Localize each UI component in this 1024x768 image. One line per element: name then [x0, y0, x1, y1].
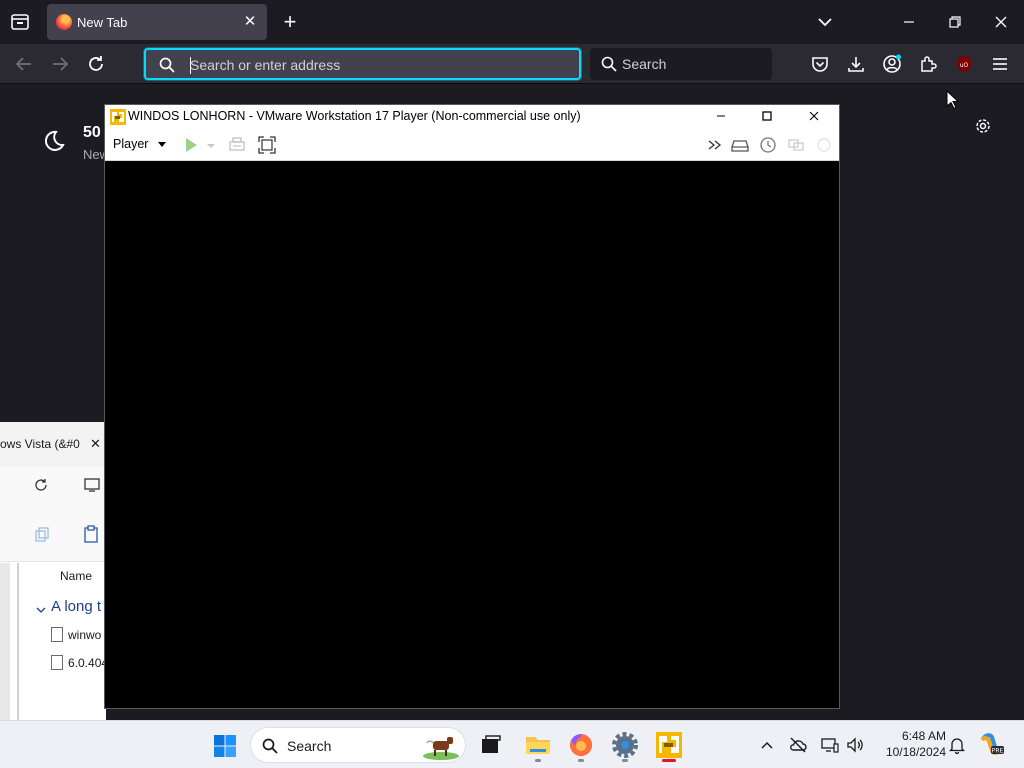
pane-divider — [17, 563, 19, 722]
taskbar: Search 6:48 AM 10/18/2024 PRE — [0, 720, 1024, 768]
vmware-window-title: WINDOS LONHORN - VMware Workstation 17 P… — [128, 109, 581, 123]
search-highlight-animal-icon[interactable] — [421, 731, 461, 766]
removable-drive-icon[interactable] — [730, 135, 750, 155]
search-icon — [158, 56, 176, 74]
file-name[interactable]: winwo — [68, 628, 101, 642]
svg-text:PRE: PRE — [992, 748, 1004, 755]
address-input[interactable] — [188, 54, 568, 76]
windows-start-icon[interactable] — [213, 734, 237, 758]
explorer-address-bar — [0, 466, 106, 506]
vmware-minimize-icon[interactable] — [698, 105, 744, 129]
account-icon[interactable] — [882, 54, 902, 74]
moon-icon — [42, 129, 66, 153]
minimize-icon[interactable] — [897, 10, 921, 34]
player-menu-button[interactable]: Player — [113, 137, 166, 151]
vm-display-screen[interactable] — [105, 161, 839, 708]
group-header[interactable]: A long t — [51, 598, 101, 615]
search-icon — [600, 55, 618, 73]
vmware-toolbar: Player — [105, 129, 839, 161]
ntp-stat-number: 50 — [83, 124, 101, 141]
clock-time: 6:48 AM — [901, 729, 946, 743]
vmware-logo-icon — [109, 108, 127, 126]
file-icon — [51, 655, 63, 670]
close-window-icon[interactable] — [989, 10, 1013, 34]
firefox-taskbar-icon[interactable] — [565, 729, 597, 762]
gear-icon[interactable] — [974, 117, 992, 135]
downloads-icon[interactable] — [846, 54, 866, 74]
restore-icon[interactable] — [943, 10, 967, 34]
ublock-origin-icon[interactable]: uO — [954, 54, 974, 74]
reload-icon[interactable] — [84, 52, 108, 76]
taskbar-search-label: Search — [287, 738, 332, 754]
explorer-tab-close-icon[interactable]: ✕ — [90, 436, 101, 452]
list-all-tabs-chevron-icon[interactable] — [815, 12, 835, 32]
mouse-pointer-icon — [946, 89, 960, 110]
browser-tab-bar: New Tab ✕ + — [0, 0, 1024, 44]
copy-icon[interactable] — [34, 526, 50, 547]
explorer-tab-row: ows Vista (&#0 ✕ — [0, 422, 106, 466]
unity-icon[interactable] — [786, 135, 806, 155]
tab-title: New Tab — [77, 15, 128, 30]
tab-close-icon[interactable]: ✕ — [241, 13, 259, 31]
ctrl-alt-del-icon[interactable] — [227, 135, 247, 155]
double-chevron-right-icon[interactable] — [705, 135, 725, 155]
onedrive-offline-icon[interactable] — [788, 735, 808, 755]
file-explorer-taskbar-icon[interactable] — [522, 729, 554, 762]
file-explorer-window: ows Vista (&#0 ✕ Name A long t winwo 6.0… — [0, 422, 106, 722]
search-bar[interactable]: Search — [590, 48, 772, 80]
running-indicator — [578, 759, 584, 762]
monitor-icon[interactable] — [83, 476, 101, 499]
player-menu-label: Player — [113, 137, 149, 151]
volume-icon[interactable] — [845, 735, 865, 755]
settings-gear-taskbar-icon[interactable] — [609, 729, 641, 762]
notification-bell-icon[interactable] — [947, 735, 967, 755]
firefox-view-icon[interactable] — [8, 11, 32, 33]
firefox-favicon-icon — [56, 14, 72, 30]
help-icon[interactable] — [814, 135, 834, 155]
paste-icon[interactable] — [82, 525, 100, 548]
copilot-pre-icon[interactable]: PRE — [979, 731, 1005, 757]
snapshot-clock-icon[interactable] — [758, 135, 778, 155]
pocket-icon[interactable] — [810, 54, 830, 74]
text-caret — [190, 57, 191, 74]
vmware-maximize-icon[interactable] — [744, 105, 790, 129]
vmware-close-icon[interactable] — [791, 105, 837, 129]
forward-arrow-icon[interactable] — [48, 52, 72, 76]
running-indicator — [535, 759, 541, 762]
file-icon — [51, 627, 63, 642]
svg-text:uO: uO — [960, 62, 969, 69]
column-header-name[interactable]: Name — [60, 569, 92, 583]
taskbar-clock[interactable]: 6:48 AM 10/18/2024 — [872, 728, 946, 760]
hamburger-menu-icon[interactable] — [990, 54, 1010, 74]
extensions-puzzle-icon[interactable] — [918, 54, 938, 74]
search-placeholder: Search — [622, 56, 667, 72]
search-icon — [261, 737, 279, 755]
active-indicator — [662, 759, 676, 762]
clock-date: 10/18/2024 — [885, 745, 946, 759]
navigation-pane[interactable] — [0, 563, 10, 722]
group-collapse-chevron-icon[interactable] — [36, 602, 46, 620]
refresh-icon[interactable] — [33, 477, 49, 498]
browser-nav-bar: Search uO — [0, 44, 1024, 84]
running-indicator — [622, 759, 628, 762]
vmware-taskbar-icon[interactable] — [653, 729, 685, 762]
explorer-tab-title[interactable]: ows Vista (&#0 — [0, 437, 80, 451]
address-bar[interactable] — [144, 48, 581, 80]
vmware-player-window: WINDOS LONHORN - VMware Workstation 17 P… — [104, 104, 840, 709]
back-arrow-icon[interactable] — [12, 52, 36, 76]
new-tab-plus-icon[interactable]: + — [280, 11, 300, 33]
full-screen-icon[interactable] — [257, 135, 277, 155]
vmware-title-bar[interactable]: WINDOS LONHORN - VMware Workstation 17 P… — [105, 105, 839, 129]
tab-new-tab[interactable]: New Tab ✕ — [47, 4, 267, 40]
network-icon[interactable] — [820, 735, 840, 755]
explorer-command-bar — [0, 506, 106, 562]
power-dropdown-chevron-icon[interactable] — [205, 135, 217, 155]
show-hidden-icons-chevron-icon[interactable] — [757, 735, 777, 755]
power-on-play-icon[interactable] — [181, 135, 201, 155]
task-view-icon[interactable] — [475, 729, 507, 761]
file-name[interactable]: 6.0.404 — [68, 656, 106, 670]
taskbar-search-box[interactable]: Search — [250, 727, 466, 763]
